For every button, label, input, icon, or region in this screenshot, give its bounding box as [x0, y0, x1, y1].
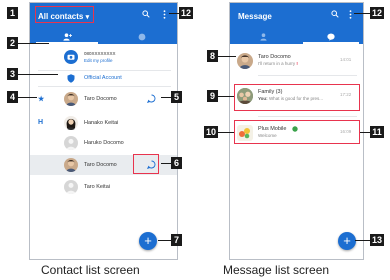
callout-leader	[161, 97, 171, 98]
avatar-placeholder	[64, 180, 78, 194]
avatar	[64, 92, 78, 106]
callout-box-group-thread	[234, 84, 360, 111]
search-icon[interactable]	[331, 10, 339, 21]
callout-leader	[218, 96, 234, 97]
callout-6: 6	[171, 157, 182, 169]
edit-my-profile-link[interactable]: Edit my profile	[84, 58, 113, 63]
avatar	[64, 158, 78, 172]
message-title: Message	[238, 12, 272, 21]
contact-name: Taro Keitai	[84, 184, 110, 190]
callout-leader	[18, 97, 37, 98]
more-vert-icon[interactable]	[349, 10, 352, 22]
new-message-button[interactable]: +	[338, 232, 356, 250]
contact-list-screen: All contacts ▾ 080XXXXXXXX Edit my profi…	[29, 2, 178, 260]
callout-9: 9	[207, 90, 218, 102]
tab-groups[interactable]	[104, 29, 177, 44]
contact-name: Haruko Docomo	[84, 140, 124, 146]
thread-preview: I'll return in a hurry !	[258, 61, 298, 66]
callout-leader	[360, 132, 370, 133]
callout-7: 7	[171, 234, 182, 246]
callout-leader	[218, 56, 236, 57]
callout-1: 1	[7, 7, 18, 19]
callout-10: 10	[204, 126, 218, 138]
avatar	[237, 53, 253, 69]
contact-row[interactable]: Hanako Keitai	[30, 113, 177, 133]
thread-preview-text: I'll return in a hurry	[258, 61, 296, 66]
official-account-label: Official Account	[84, 75, 122, 81]
callout-leader	[355, 240, 370, 241]
tab-messages[interactable]	[297, 29, 363, 44]
callout-box-message-action	[133, 154, 159, 174]
divider	[38, 86, 171, 87]
callout-box-all-contacts	[35, 6, 94, 23]
thread-name: Taro Docomo	[258, 54, 291, 60]
tab-indicator	[303, 42, 359, 44]
app-bar: Message	[230, 3, 363, 44]
my-profile-row[interactable]: 080XXXXXXXX Edit my profile	[30, 45, 177, 70]
contact-row[interactable]: Taro Docomo	[30, 89, 177, 109]
camera-icon	[64, 50, 78, 64]
callout-leader	[218, 132, 234, 133]
caption-message-list: Message list screen	[223, 263, 330, 277]
group-icon	[138, 33, 145, 40]
callout-3: 3	[7, 68, 18, 80]
avatar-placeholder	[64, 136, 78, 150]
contact-name: Taro Docomo	[84, 96, 117, 102]
callout-2: 2	[7, 37, 18, 49]
shield-icon	[67, 74, 75, 83]
callout-12: 12	[370, 7, 384, 19]
avatar	[64, 116, 78, 130]
add-contact-button[interactable]: +	[139, 232, 157, 250]
contact-row[interactable]: Taro Keitai	[30, 177, 177, 197]
caption-contact-list: Contact list screen	[41, 263, 140, 277]
callout-leader	[18, 74, 58, 75]
person-icon	[260, 32, 267, 41]
search-icon[interactable]	[142, 10, 150, 21]
callout-12: 12	[179, 7, 193, 19]
contact-name: Taro Docomo	[84, 162, 117, 168]
message-thread-row[interactable]: Taro Docomo I'll return in a hurry ! 14:…	[230, 47, 363, 75]
divider	[258, 116, 357, 117]
contact-name: Hanako Keitai	[84, 120, 119, 126]
thread-time: 14:01	[340, 57, 352, 62]
callout-leader	[169, 13, 179, 14]
callout-box-official-thread	[234, 120, 360, 144]
divider	[258, 75, 357, 76]
contact-row[interactable]: Haruko Docomo	[30, 133, 177, 153]
unread-mark: !	[296, 61, 298, 66]
more-vert-icon[interactable]	[163, 10, 166, 22]
callout-leader	[158, 240, 171, 241]
tab-contacts[interactable]	[230, 29, 297, 44]
person-add-icon	[62, 32, 72, 41]
callout-13: 13	[370, 234, 384, 246]
callout-4: 4	[7, 91, 18, 103]
callout-leader	[161, 163, 171, 164]
callout-leader	[354, 13, 370, 14]
callout-11: 11	[370, 126, 384, 138]
message-action-icon[interactable]	[147, 94, 156, 103]
callout-5: 5	[171, 91, 182, 103]
callout-8: 8	[207, 50, 218, 62]
chat-bubble-icon	[327, 33, 335, 41]
callout-leader	[18, 43, 49, 44]
tab-contacts[interactable]	[30, 29, 104, 44]
my-phone-number: 080XXXXXXXX	[84, 51, 116, 56]
